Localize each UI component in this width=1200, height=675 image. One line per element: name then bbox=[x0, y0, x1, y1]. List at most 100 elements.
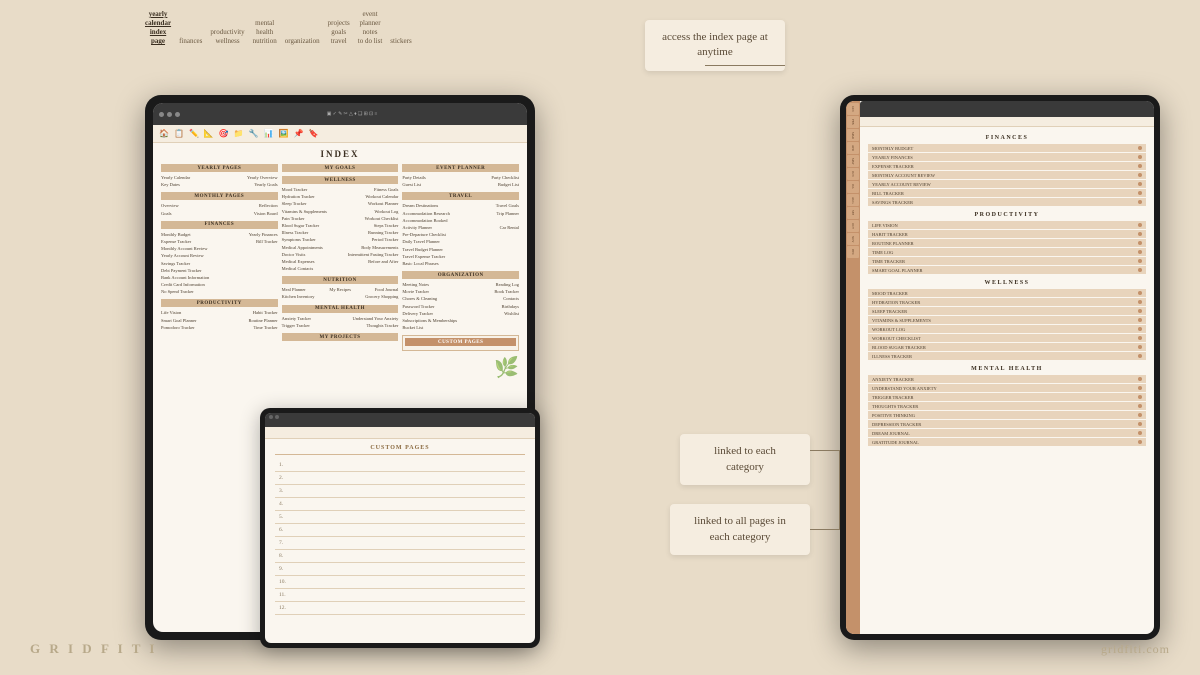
tab-dec[interactable]: DEC bbox=[847, 246, 859, 258]
index-page: INDEX YEARLY PAGES Yearly CalendarYearly… bbox=[153, 143, 527, 386]
tab-feb[interactable]: FEB bbox=[847, 116, 859, 128]
custom-line-10: 10. bbox=[275, 576, 525, 589]
tablet-small: CUSTOM PAGES 1. 2. 3. 4. 5. 6. 7. 8. 9. … bbox=[260, 408, 540, 648]
right-item[interactable]: ILLNESS TRACKER bbox=[868, 352, 1146, 360]
right-item[interactable]: WORKOUT CHECKLIST bbox=[868, 334, 1146, 342]
tab-sep[interactable]: SEP bbox=[847, 207, 859, 219]
productivity-section-title: PRODUCTIVITY bbox=[161, 299, 278, 307]
right-finances-title: FINANCES bbox=[868, 135, 1146, 141]
callout-index: access the index page at anytime bbox=[645, 20, 785, 71]
right-item[interactable]: HYDRATION TRACKER bbox=[868, 298, 1146, 306]
right-item[interactable]: ROUTINE PLANNER bbox=[868, 239, 1146, 247]
nav-productivity[interactable]: productivitywellness bbox=[210, 28, 244, 46]
top-navigation: yearlycalendarindexpage finances product… bbox=[145, 10, 535, 46]
custom-pages-title: CUSTOM PAGES bbox=[275, 445, 525, 455]
right-item[interactable]: THOUGHTS TRACKER bbox=[868, 402, 1146, 410]
right-productivity-title: PRODUCTIVITY bbox=[868, 212, 1146, 218]
travel-section-title: TRAVEL bbox=[402, 192, 519, 200]
index-title: INDEX bbox=[161, 149, 519, 159]
nav-stickers[interactable]: stickers bbox=[390, 37, 411, 46]
right-item[interactable]: TIME TRACKER bbox=[868, 257, 1146, 265]
tab-may[interactable]: MAY bbox=[847, 155, 859, 167]
right-item[interactable]: UNDERSTAND YOUR ANXIETY bbox=[868, 384, 1146, 392]
tab-jul[interactable]: JUL bbox=[847, 181, 859, 193]
right-item[interactable]: LIFE VISION bbox=[868, 221, 1146, 229]
nutrition-section-title: NUTRITION bbox=[282, 276, 399, 284]
right-item[interactable]: WORKOUT LOG bbox=[868, 325, 1146, 333]
tab-aug[interactable]: AUG bbox=[847, 194, 859, 206]
right-mental-title: MENTAL HEALTH bbox=[868, 366, 1146, 372]
yearly-section-title: YEARLY PAGES bbox=[161, 164, 278, 172]
right-item[interactable]: VITAMINS & SUPPLEMENTS bbox=[868, 316, 1146, 324]
nav-projects[interactable]: projectsgoalstravel bbox=[328, 19, 350, 46]
bracket-annotation bbox=[810, 450, 840, 530]
small-nav bbox=[265, 427, 535, 439]
brand-gridfiti-right: gridfiti.com bbox=[1101, 642, 1170, 657]
right-finances: FINANCES MONTHLY BUDGET YEARLY FINANCES … bbox=[868, 135, 1146, 206]
nav-mental[interactable]: mentalhealthnutrition bbox=[253, 19, 277, 46]
right-item[interactable]: SMART GOAL PLANNER bbox=[868, 266, 1146, 274]
tab-jun[interactable]: JUN bbox=[847, 168, 859, 180]
custom-line-12: 12. bbox=[275, 602, 525, 615]
custom-section-title: CUSTOM PAGES bbox=[405, 338, 516, 346]
custom-line-5: 5. bbox=[275, 511, 525, 524]
tab-apr[interactable]: APR bbox=[847, 142, 859, 154]
tab-nov[interactable]: NOV bbox=[847, 233, 859, 245]
right-item[interactable]: EXPENSE TRACKER bbox=[868, 162, 1146, 170]
custom-line-9: 9. bbox=[275, 563, 525, 576]
custom-line-7: 7. bbox=[275, 537, 525, 550]
small-toolbar bbox=[265, 413, 535, 427]
right-item[interactable]: BILL TRACKER bbox=[868, 189, 1146, 197]
right-productivity: PRODUCTIVITY LIFE VISION HABIT TRACKER R… bbox=[868, 212, 1146, 274]
right-item[interactable]: MOOD TRACKER bbox=[868, 289, 1146, 297]
callout-line-index bbox=[705, 65, 785, 66]
custom-line-11: 11. bbox=[275, 589, 525, 602]
right-wellness: WELLNESS MOOD TRACKER HYDRATION TRACKER … bbox=[868, 280, 1146, 360]
right-item[interactable]: HABIT TRACKER bbox=[868, 230, 1146, 238]
nav-finances[interactable]: finances bbox=[179, 37, 202, 46]
nav-organization[interactable]: organization bbox=[285, 37, 320, 46]
right-item[interactable]: TIME LOG bbox=[868, 248, 1146, 256]
custom-line-3: 3. bbox=[275, 485, 525, 498]
wellness-section-title: WELLNESS bbox=[282, 176, 399, 184]
right-item[interactable]: DREAM JOURNAL bbox=[868, 429, 1146, 437]
brand-gridfiti-left: G R I D F I T I bbox=[30, 641, 157, 657]
right-item[interactable]: MONTHLY ACCOUNT REVIEW bbox=[868, 171, 1146, 179]
callout-pages: linked to all pages in each category bbox=[670, 504, 810, 555]
tablet-toolbar: ▣ ✓ ✎ ✂ △ ♦ ❑ ⊞ ⊡ ≡ bbox=[153, 103, 527, 125]
right-wellness-title: WELLNESS bbox=[868, 280, 1146, 286]
nav-events[interactable]: eventplannernotesto do list bbox=[358, 10, 383, 46]
tablet-right: JAN FEB MAR APR MAY JUN JUL AUG SEP OCT … bbox=[840, 95, 1160, 640]
right-item[interactable]: TRIGGER TRACKER bbox=[868, 393, 1146, 401]
custom-line-1: 1. bbox=[275, 459, 525, 472]
right-item[interactable]: GRATITUDE JOURNAL bbox=[868, 438, 1146, 446]
tab-oct[interactable]: OCT bbox=[847, 220, 859, 232]
nav-index[interactable]: yearlycalendarindexpage bbox=[145, 10, 171, 46]
mental-section-title: MENTAL HEALTH bbox=[282, 305, 399, 313]
goals-section-title: MY GOALS bbox=[282, 164, 399, 172]
event-section-title: EVENT PLANNER bbox=[402, 164, 519, 172]
right-item[interactable]: YEARLY FINANCES bbox=[868, 153, 1146, 161]
right-item[interactable]: DEPRESSION TRACKER bbox=[868, 420, 1146, 428]
tablet-nav-icons: 🏠 📋 ✏️ 📐 🎯 📁 🔧 📊 🖼️ 📌 🔖 bbox=[153, 125, 527, 143]
tab-mar[interactable]: MAR bbox=[847, 129, 859, 141]
tab-jan[interactable]: JAN bbox=[847, 103, 859, 115]
right-item[interactable]: MONTHLY BUDGET bbox=[868, 144, 1146, 152]
month-tabs: JAN FEB MAR APR MAY JUN JUL AUG SEP OCT … bbox=[846, 101, 860, 634]
right-item[interactable]: BLOOD SUGAR TRACKER bbox=[868, 343, 1146, 351]
custom-line-4: 4. bbox=[275, 498, 525, 511]
custom-line-6: 6. bbox=[275, 524, 525, 537]
right-item[interactable]: ANXIETY TRACKER bbox=[868, 375, 1146, 383]
right-item[interactable]: SLEEP TRACKER bbox=[868, 307, 1146, 315]
right-item[interactable]: SAVINGS TRACKER bbox=[868, 198, 1146, 206]
monthly-section-title: MONTHLY PAGES bbox=[161, 192, 278, 200]
custom-pages-content: CUSTOM PAGES 1. 2. 3. 4. 5. 6. 7. 8. 9. … bbox=[265, 439, 535, 621]
callout-category: linked to each category bbox=[680, 434, 810, 485]
right-nav bbox=[860, 117, 1154, 127]
right-item[interactable]: POSITIVE THINKING bbox=[868, 411, 1146, 419]
right-mental: MENTAL HEALTH ANXIETY TRACKER UNDERSTAND… bbox=[868, 366, 1146, 446]
right-item[interactable]: YEARLY ACCOUNT REVIEW bbox=[868, 180, 1146, 188]
custom-line-2: 2. bbox=[275, 472, 525, 485]
custom-line-8: 8. bbox=[275, 550, 525, 563]
right-toolbar bbox=[860, 101, 1154, 117]
